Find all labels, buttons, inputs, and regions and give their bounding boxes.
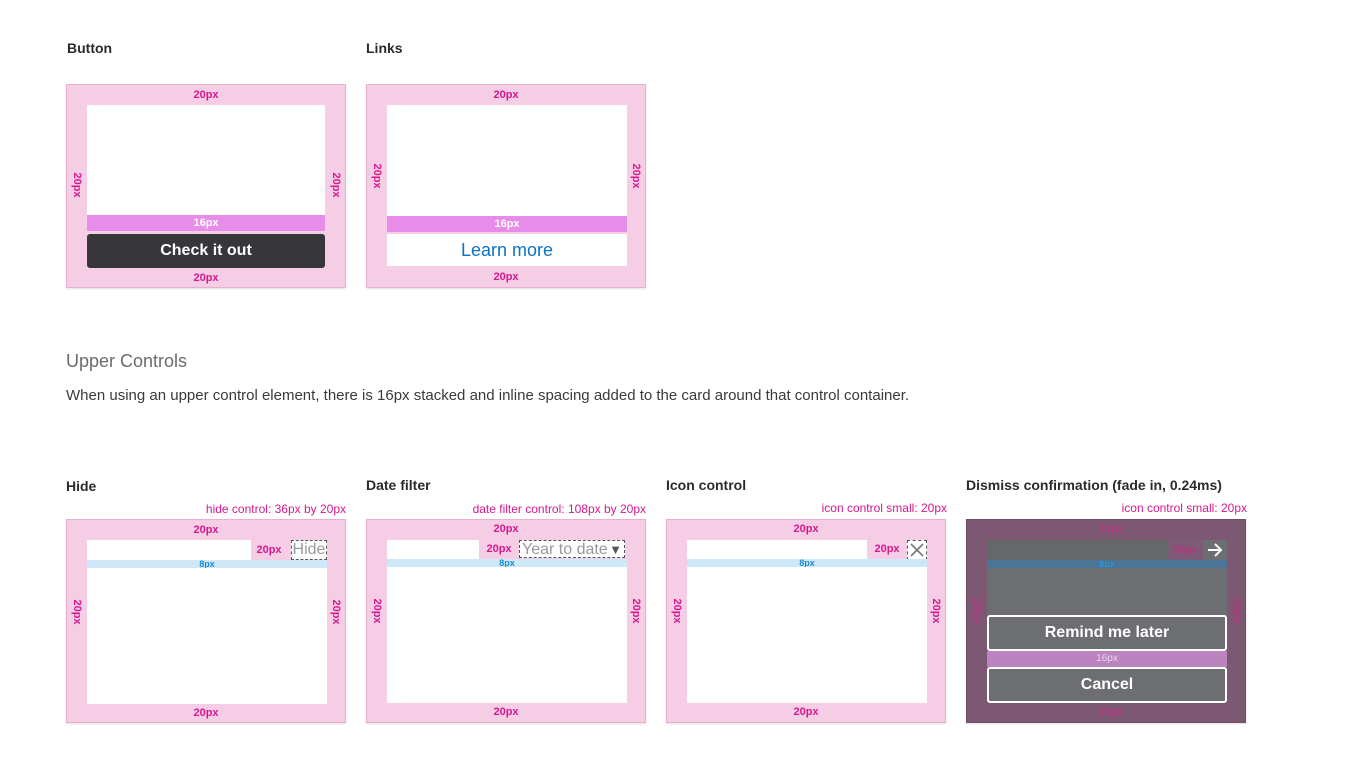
dismiss-confirmation-card-spec: 20px 20px 8px Remind me later 16px Cance… [966,519,1246,723]
date-filter-card-spec: 20px 20px Year to date ▼ 8px 20px 20px 2… [366,519,646,723]
padding-top-label: 20px [493,523,519,535]
padding-right-label: 20px [1230,598,1242,624]
stack-spacing-8: 8px [87,560,327,569]
card-header-area [387,540,479,560]
icon-control-card-spec: 20px 20px 8px 20px 20px 20px [666,519,946,723]
padding-right-label: 20px [630,163,642,189]
control-inline-spacing: 20px [874,543,900,555]
padding-left-label: 20px [71,599,83,625]
card-content-area [387,105,627,216]
padding-left-label: 20px [371,598,383,624]
dismiss-header-area [987,540,1167,560]
card-header-area [87,540,251,560]
links-card-spec: 20px 20px 20px 16px Learn more 20px [366,84,646,288]
dismiss-icon-control-spec: icon control small: 20px [1121,501,1247,515]
control-inline-spacing: 20px [256,544,282,556]
stack-spacing-8: 8px [987,559,1227,569]
card-content-area [687,567,927,703]
close-icon[interactable] [907,540,927,560]
button-card-heading: Button [67,40,113,56]
remind-me-later-button[interactable]: Remind me later [987,615,1227,651]
date-filter-value: Year to date [522,541,608,558]
padding-left-label: 20px [671,598,683,624]
upper-controls-title: Upper Controls [66,351,188,371]
padding-bottom-label: 20px [493,271,519,283]
padding-bottom-label: 20px [193,272,219,284]
card-content-area [87,105,325,215]
chevron-down-icon: ▼ [609,542,622,557]
padding-top-label: 20px [193,89,219,101]
control-inline-spacing: 20px [1167,540,1203,560]
padding-right-label: 20px [330,172,342,198]
padding-right-label: 20px [930,598,942,624]
check-it-out-button[interactable]: Check it out [87,234,325,268]
dismiss-card-heading: Dismiss confirmation (fade in, 0.24ms) [966,477,1222,493]
padding-top-label: 20px [193,524,219,536]
cancel-button[interactable]: Cancel [987,667,1227,703]
padding-left-label: 20px [71,172,83,198]
hide-control-spec: hide control: 36px by 20px [205,502,346,516]
arrow-right-icon[interactable] [1205,540,1225,560]
learn-more-link[interactable]: Learn more [387,234,627,266]
stack-spacing-16: 16px [987,651,1227,667]
padding-bottom-label: 20px [493,706,519,718]
padding-left-label: 20px [371,163,383,189]
upper-controls-description: When using an upper control element, the… [66,387,910,404]
card-header-area [687,540,867,560]
padding-right-label: 20px [330,599,342,625]
padding-top-label: 20px [1098,523,1124,535]
stack-spacing-8: 8px [387,559,627,568]
hide-card-spec: 20px 20px Hide 8px 20px 20px 20px [66,519,346,723]
stack-spacing-16: 16px [87,215,325,231]
icon-control-spec: icon control small: 20px [821,501,947,515]
padding-left-label: 20px [971,598,983,624]
hide-card-heading: Hide [66,478,97,494]
stack-spacing-16: 16px [387,216,627,232]
hide-control[interactable]: Hide [291,540,327,560]
links-card-heading: Links [366,40,403,56]
padding-bottom-label: 20px [1098,706,1124,718]
control-inline-spacing: 20px [486,543,512,555]
padding-bottom-label: 20px [793,706,819,718]
padding-right-label: 20px [630,598,642,624]
card-content-area [387,567,627,703]
date-filter-control-spec: date filter control: 108px by 20px [472,502,646,516]
stack-spacing-8: 8px [687,559,927,568]
stack-spacing-8-label: 8px [1099,559,1115,569]
date-filter-card-heading: Date filter [366,477,431,493]
close-icon-glyph [910,543,924,557]
arrow-right-icon-glyph [1208,543,1223,557]
padding-top-label: 20px [793,523,819,535]
padding-bottom-label: 20px [193,707,219,719]
card-content-area [87,568,327,704]
icon-control-card-heading: Icon control [666,477,747,493]
date-filter-dropdown[interactable]: Year to date ▼ [519,540,625,558]
padding-top-label: 20px [493,89,519,101]
button-card-spec: 20px 20px 20px 16px Check it out 20px [66,84,346,288]
